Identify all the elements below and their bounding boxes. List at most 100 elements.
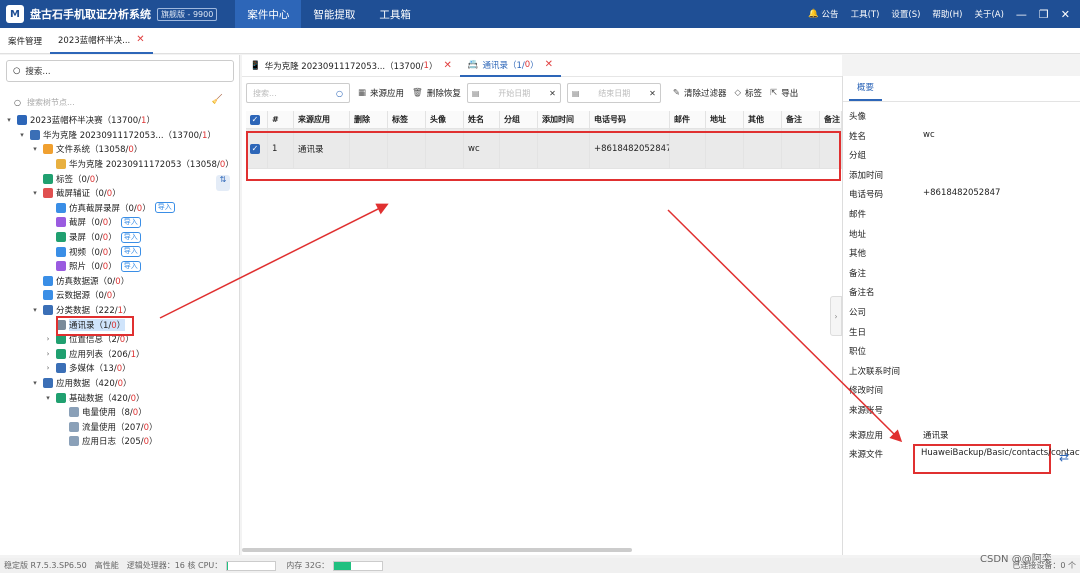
node-icon <box>69 407 79 418</box>
node-label: 应用日志（205/0） <box>82 435 158 447</box>
clear-icon[interactable]: ✕ <box>549 89 556 98</box>
tree-node[interactable]: 视频（0/0） 导入 <box>0 244 240 259</box>
sync-icon[interactable]: ⇄ <box>1059 450 1069 464</box>
tab-case[interactable]: 2023蓝帽杯半决... ✕ <box>50 28 153 54</box>
collapse-detail-icon[interactable]: › <box>830 296 842 336</box>
announcement-menu[interactable]: 公告 <box>822 8 839 20</box>
close-tab-icon[interactable]: ✕ <box>136 34 144 45</box>
tree-node[interactable]: 云数据源（0/0） <box>0 288 240 303</box>
tree-node[interactable]: ▾ 基础数据（420/0） <box>0 390 240 405</box>
tree-node[interactable]: ▾ 文件系统（13058/0） <box>0 142 240 157</box>
tools-menu[interactable]: 工具(T) <box>851 8 880 20</box>
close-tab-icon[interactable]: ✕ <box>545 59 553 70</box>
tab-summary[interactable]: 概要 <box>849 81 883 101</box>
expand-arrow-icon[interactable]: ▾ <box>30 189 40 197</box>
source-app-button[interactable]: ▦ 来源应用 <box>358 87 404 99</box>
import-button[interactable]: 导入 <box>154 202 175 214</box>
expand-arrow-icon[interactable]: ▾ <box>30 379 40 387</box>
tree-node[interactable]: 仿真数据源（0/0） <box>0 274 240 289</box>
column-header[interactable]: # <box>268 111 294 128</box>
phone-icon: 📱 <box>250 60 261 71</box>
menu-case-center[interactable]: 案件中心 <box>235 0 302 28</box>
tree-node[interactable]: 电量使用（8/0） <box>0 405 240 420</box>
column-header[interactable]: 其他 <box>744 111 782 128</box>
tree-node[interactable]: 标签（0/0） <box>0 171 240 186</box>
end-date-field[interactable]: ▤ 结束日期 ✕ <box>566 83 661 103</box>
clear-icon[interactable]: ✕ <box>649 89 656 98</box>
column-header[interactable]: 备注 <box>782 111 820 128</box>
minimize-icon[interactable]: — <box>1016 8 1027 21</box>
broom-icon[interactable]: 🧹 <box>212 95 223 105</box>
select-all-checkbox[interactable]: ✓ <box>246 111 268 128</box>
node-icon <box>17 115 27 126</box>
menu-toolbox[interactable]: 工具箱 <box>367 0 423 28</box>
expand-arrow-icon[interactable]: › <box>43 335 53 343</box>
expand-arrow-icon[interactable]: › <box>43 364 53 372</box>
import-button[interactable]: 导入 <box>120 216 141 228</box>
expand-arrow-icon[interactable]: ▾ <box>30 306 40 314</box>
tree-node[interactable]: 华为克隆 20230911172053（13058/0） <box>0 157 240 172</box>
column-header[interactable]: 地址 <box>706 111 744 128</box>
node-label: 应用数据（420/0） <box>56 377 132 389</box>
column-header[interactable]: 删除 <box>350 111 388 128</box>
tree-node[interactable]: 截屏（0/0） 导入 <box>0 215 240 230</box>
panel-search-input[interactable]: ○ 搜索... <box>6 60 234 82</box>
search-placeholder: 搜索... <box>25 67 51 77</box>
tree-node[interactable]: ▾ 2023蓝帽杯半决赛（13700/1） <box>0 113 240 128</box>
tree-search-input[interactable]: ○ 搜索树节点... <box>14 95 224 109</box>
column-header[interactable]: 来源应用 <box>294 111 350 128</box>
expand-arrow-icon[interactable]: ▾ <box>43 394 53 402</box>
column-header[interactable]: 备注 <box>820 111 842 128</box>
import-button[interactable]: 导入 <box>120 231 141 243</box>
tab-device[interactable]: 📱 华为克隆 20230911172053...（13700/1） ✕ <box>242 55 460 77</box>
tree-node[interactable]: 照片（0/0） 导入 <box>0 259 240 274</box>
column-header[interactable]: 电话号码 <box>590 111 670 128</box>
menu-smart-extract[interactable]: 智能提取 <box>301 0 367 28</box>
import-button[interactable]: 导入 <box>120 260 141 272</box>
node-label: 截屏辅证（0/0） <box>56 187 121 199</box>
tree-node[interactable]: 应用日志（205/0） <box>0 434 240 449</box>
tree-node[interactable]: 录屏（0/0） 导入 <box>0 230 240 245</box>
grid-search-input[interactable]: 搜索... ○ <box>246 83 350 103</box>
tree-node[interactable]: › 应用列表（206/1） <box>0 347 240 362</box>
close-tab-icon[interactable]: ✕ <box>443 60 451 71</box>
highlight-box <box>246 131 841 181</box>
start-date-field[interactable]: ▤ 开始日期 ✕ <box>466 83 561 103</box>
column-header[interactable]: 分组 <box>500 111 538 128</box>
tree-node[interactable]: ▾ 应用数据（420/0） <box>0 376 240 391</box>
horizontal-scrollbar[interactable] <box>242 548 632 552</box>
source-file-value[interactable]: HuaweiBackup/Basic/contacts/contacts.db <box>913 444 1080 474</box>
settings-menu[interactable]: 设置(S) <box>891 8 920 20</box>
tags-button[interactable]: ◇ 标签 <box>735 87 763 99</box>
restore-icon[interactable]: ❐ <box>1039 8 1049 21</box>
tree-node[interactable]: 流量使用（207/0） <box>0 419 240 434</box>
tree-node[interactable]: › 多媒体（13/0） <box>0 361 240 376</box>
node-text: 应用日志（205/ <box>82 437 144 448</box>
expand-arrow-icon[interactable]: ▾ <box>17 131 27 139</box>
tree-node[interactable]: ▾ 华为克隆 20230911172053...（13700/1） <box>0 128 240 143</box>
column-header[interactable]: 添加时间 <box>538 111 590 128</box>
clear-filter-button[interactable]: ✎ 清除过滤器 <box>673 87 727 99</box>
column-header[interactable]: 姓名 <box>464 111 500 128</box>
sort-icon[interactable]: ⇅ <box>216 175 230 191</box>
tree-node[interactable]: ▾ 截屏辅证（0/0） <box>0 186 240 201</box>
node-text: 截屏（0/ <box>69 218 103 229</box>
node-label: 应用列表（206/1） <box>69 348 145 360</box>
bell-icon[interactable]: 🔔 <box>808 9 819 19</box>
close-window-icon[interactable]: ✕ <box>1061 8 1070 21</box>
tree-node[interactable]: 仿真截屏录屏（0/0） 导入 <box>0 201 240 216</box>
expand-arrow-icon[interactable]: ▾ <box>4 116 14 124</box>
delete-restore-button[interactable]: 🗑 删除恢复 <box>412 87 461 99</box>
node-text: 标签（0/ <box>56 174 90 185</box>
expand-arrow-icon[interactable]: › <box>43 350 53 358</box>
column-header[interactable]: 头像 <box>426 111 464 128</box>
export-button[interactable]: ⇱ 导出 <box>770 87 798 99</box>
expand-arrow-icon[interactable]: ▾ <box>30 145 40 153</box>
help-menu[interactable]: 帮助(H) <box>932 8 962 20</box>
about-menu[interactable]: 关于(A) <box>974 8 1003 20</box>
column-header[interactable]: 邮件 <box>670 111 706 128</box>
import-button[interactable]: 导入 <box>120 246 141 258</box>
tab-contacts[interactable]: 📇 通讯录（1/0） ✕ <box>459 55 562 77</box>
tab-case-management[interactable]: 案件管理 <box>0 28 50 54</box>
column-header[interactable]: 标签 <box>388 111 426 128</box>
